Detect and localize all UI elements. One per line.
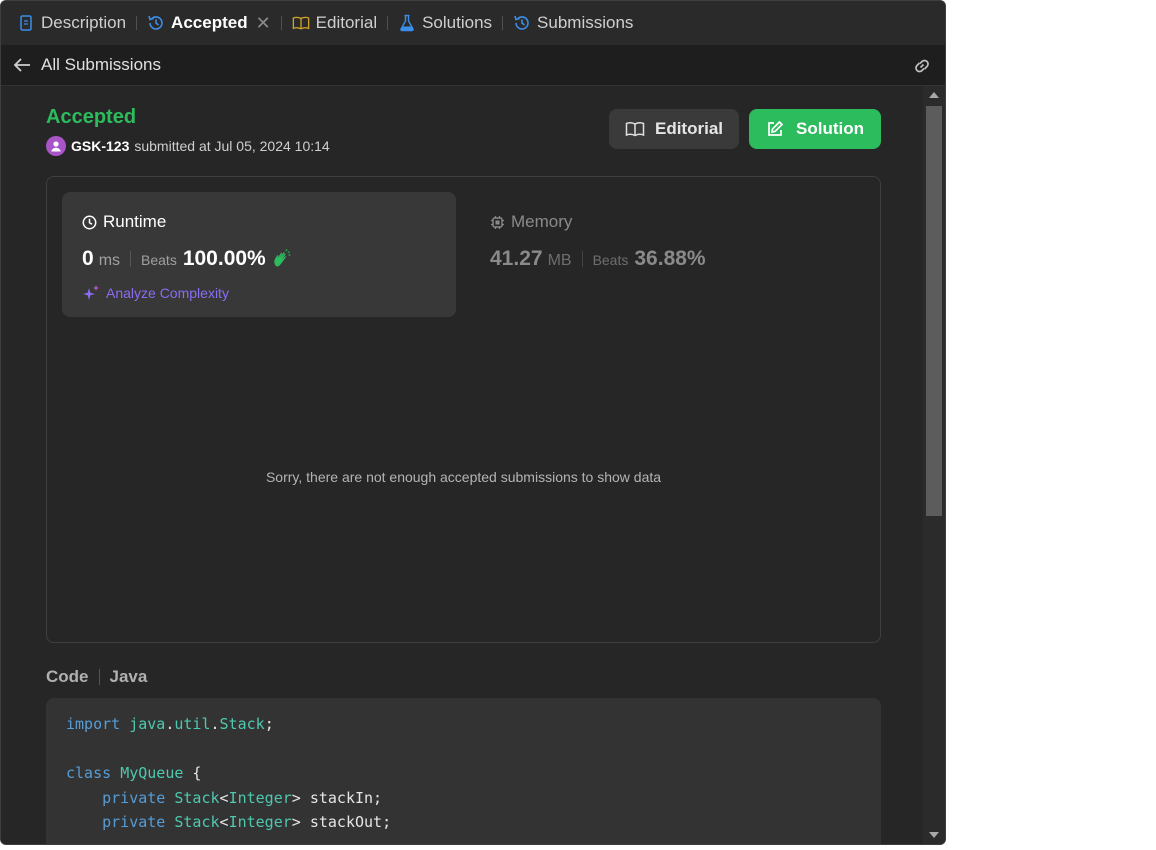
chip-icon bbox=[490, 215, 505, 230]
code-line: private Stack<Integer> stackOut; bbox=[102, 813, 392, 831]
code-line: private Stack<Integer> stackIn; bbox=[102, 788, 383, 807]
book-icon bbox=[625, 119, 645, 139]
runtime-card[interactable]: Runtime 0 ms Beats 100.00% Analyze Compl… bbox=[62, 192, 456, 317]
submission-panel: Description Accepted ✕ Editorial Solutio… bbox=[0, 0, 946, 845]
divider bbox=[130, 251, 132, 267]
tab-label: Submissions bbox=[537, 13, 634, 32]
code-line: class MyQueue { bbox=[66, 764, 202, 782]
editorial-button[interactable]: Editorial bbox=[609, 109, 739, 149]
code-line: import java.util.Stack; bbox=[66, 715, 274, 733]
tab-label: Accepted bbox=[171, 13, 248, 32]
tab-label: Solutions bbox=[422, 13, 493, 32]
tab-divider bbox=[280, 16, 282, 30]
tab-editorial[interactable]: Editorial bbox=[286, 1, 383, 45]
analyze-complexity-link[interactable]: Analyze Complexity bbox=[82, 284, 229, 302]
sparkle-icon bbox=[82, 284, 100, 302]
memory-value: 41.27 bbox=[490, 247, 543, 270]
code-header: Code Java bbox=[46, 667, 147, 687]
link-icon[interactable] bbox=[911, 55, 933, 77]
tab-accepted[interactable]: Accepted ✕ bbox=[141, 1, 277, 45]
tab-solutions[interactable]: Solutions bbox=[392, 1, 498, 45]
edit-icon bbox=[766, 119, 786, 139]
tab-divider bbox=[502, 16, 504, 30]
solution-button[interactable]: Solution bbox=[749, 109, 881, 149]
code-block[interactable]: import java.util.Stack; class MyQueue { … bbox=[46, 698, 881, 844]
tab-divider bbox=[136, 16, 138, 30]
flask-icon bbox=[398, 14, 416, 32]
arrow-left-icon[interactable] bbox=[13, 55, 33, 75]
analyze-complexity-label: Analyze Complexity bbox=[106, 285, 229, 301]
runtime-label: Runtime bbox=[103, 212, 167, 231]
runtime-unit: ms bbox=[98, 252, 121, 269]
code-label: Code bbox=[46, 667, 89, 686]
memory-beats-label: Beats bbox=[592, 252, 629, 268]
tab-bar: Description Accepted ✕ Editorial Solutio… bbox=[1, 1, 945, 45]
scroll-up-icon[interactable] bbox=[929, 92, 939, 98]
username-link[interactable]: GSK-123 bbox=[71, 138, 129, 154]
tab-description[interactable]: Description bbox=[11, 1, 132, 45]
divider bbox=[98, 669, 100, 685]
history-icon bbox=[513, 14, 531, 32]
submission-status: Accepted bbox=[46, 106, 137, 128]
runtime-value-row: 0 ms Beats 100.00% bbox=[82, 247, 291, 271]
editorial-button-label: Editorial bbox=[654, 119, 723, 138]
code-language: Java bbox=[109, 667, 148, 686]
solution-button-label: Solution bbox=[796, 119, 864, 138]
memory-value-row: 41.27 MB Beats 36.88% bbox=[490, 247, 706, 271]
submission-byline: GSK-123 submitted at Jul 05, 2024 10:14 bbox=[46, 136, 330, 156]
close-icon[interactable]: ✕ bbox=[256, 13, 271, 34]
no-data-message: Sorry, there are not enough accepted sub… bbox=[265, 469, 662, 485]
runtime-title: Runtime bbox=[82, 212, 166, 232]
history-icon bbox=[147, 14, 165, 32]
book-icon bbox=[292, 14, 310, 32]
submission-header: All Submissions bbox=[1, 45, 945, 86]
clapping-hands-icon bbox=[271, 249, 291, 269]
memory-unit: MB bbox=[547, 252, 572, 269]
avatar[interactable] bbox=[46, 136, 66, 156]
runtime-beats-percent: 100.00% bbox=[182, 247, 266, 270]
tab-divider bbox=[387, 16, 389, 30]
tab-label: Description bbox=[41, 13, 127, 32]
memory-title[interactable]: Memory bbox=[490, 212, 572, 232]
scroll-down-icon[interactable] bbox=[929, 832, 939, 838]
submission-content: Accepted GSK-123 submitted at Jul 05, 20… bbox=[1, 86, 923, 844]
scrollbar[interactable] bbox=[923, 86, 945, 844]
document-icon bbox=[17, 14, 35, 32]
memory-beats-percent: 36.88% bbox=[634, 247, 706, 270]
tab-submissions[interactable]: Submissions bbox=[507, 1, 639, 45]
submitted-time: submitted at Jul 05, 2024 10:14 bbox=[134, 138, 330, 154]
memory-label: Memory bbox=[511, 212, 573, 231]
performance-stats: Runtime 0 ms Beats 100.00% Analyze Compl… bbox=[46, 176, 881, 643]
all-submissions-link[interactable]: All Submissions bbox=[41, 55, 161, 75]
runtime-value: 0 bbox=[82, 247, 94, 270]
tab-label: Editorial bbox=[315, 13, 378, 32]
runtime-beats-label: Beats bbox=[141, 252, 177, 268]
divider bbox=[581, 251, 583, 267]
clock-icon bbox=[82, 215, 97, 230]
scrollbar-thumb[interactable] bbox=[926, 106, 942, 516]
